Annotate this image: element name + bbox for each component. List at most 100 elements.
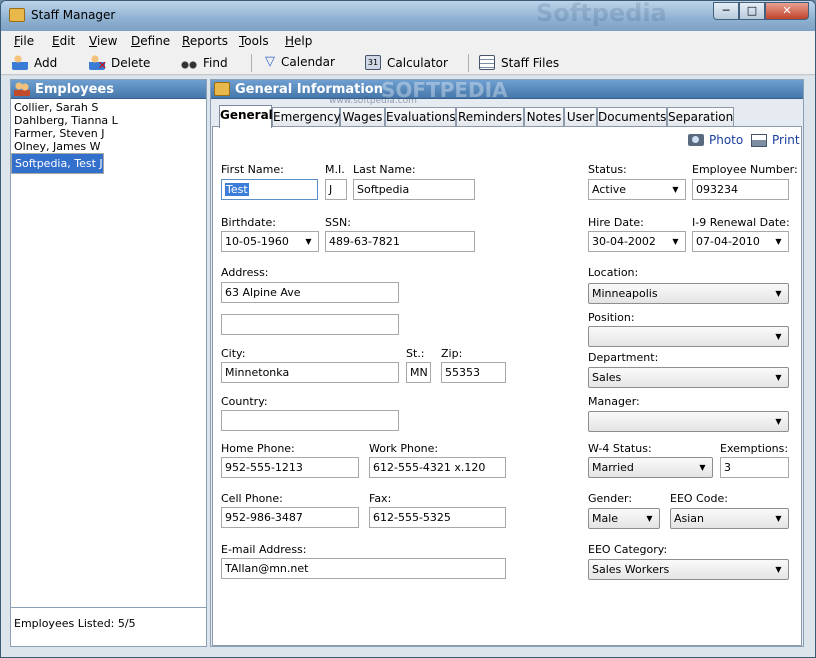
calculator-icon: 31 xyxy=(365,55,381,70)
folder-open-icon xyxy=(214,82,230,96)
work-phone-field[interactable]: 612-555-4321 x.120 xyxy=(369,457,506,478)
first-name-field[interactable]: Test xyxy=(221,179,318,200)
menu-bar: File Edit View Define Reports Tools Help xyxy=(1,31,815,51)
list-item[interactable]: Dahlberg, Tianna L xyxy=(11,114,206,127)
employees-count: Employees Listed: 5/5 xyxy=(11,607,206,646)
eeo-category-value: Sales Workers xyxy=(592,563,670,576)
city-field[interactable]: Minnetonka xyxy=(221,362,399,383)
location-value: Minneapolis xyxy=(592,287,658,300)
ssn-field[interactable]: 489-63-7821 xyxy=(325,231,475,252)
state-field[interactable]: MN xyxy=(406,362,431,383)
tab-reminders[interactable]: Reminders xyxy=(456,107,524,127)
first-name-value: Test xyxy=(225,183,249,196)
home-phone-field[interactable]: 952-555-1213 xyxy=(221,457,359,478)
department-select[interactable]: Sales ▼ xyxy=(588,367,789,388)
photo-link[interactable]: Photo xyxy=(688,133,743,147)
delete-person-icon: ✕ xyxy=(89,55,107,72)
delete-button[interactable]: ✕ Delete xyxy=(89,55,150,72)
general-information-title: General Information xyxy=(235,81,383,97)
w4-status-select[interactable]: Married ▼ xyxy=(588,457,713,478)
status-value: Active xyxy=(592,183,627,196)
manager-select[interactable]: ▼ xyxy=(588,411,789,432)
address-line1-field[interactable]: 63 Alpine Ave xyxy=(221,282,399,303)
position-select[interactable]: ▼ xyxy=(588,326,789,347)
menu-reports[interactable]: Reports xyxy=(182,34,228,48)
tab-emergency[interactable]: Emergency xyxy=(272,107,341,127)
country-field[interactable] xyxy=(221,410,399,431)
birthdate-picker[interactable]: 10-05-1960 ▼ xyxy=(221,231,319,252)
exemptions-label: Exemptions: xyxy=(720,442,789,455)
menu-edit[interactable]: Edit xyxy=(52,34,75,48)
tab-wages[interactable]: Wages xyxy=(340,107,385,127)
menu-hotkey: R xyxy=(182,34,190,48)
exemptions-field[interactable]: 3 xyxy=(720,457,789,478)
i9-renewal-value: 07-04-2010 xyxy=(696,235,760,248)
tab-evaluations[interactable]: Evaluations xyxy=(385,107,456,127)
menu-view[interactable]: View xyxy=(89,34,117,48)
email-field[interactable]: TAllan@mn.net xyxy=(221,558,506,579)
address-line2-field[interactable] xyxy=(221,314,399,335)
cell-phone-field[interactable]: 952-986-3487 xyxy=(221,507,359,528)
menu-hotkey: V xyxy=(89,34,97,48)
department-label: Department: xyxy=(588,351,659,364)
menu-label: elp xyxy=(294,34,313,48)
people-icon xyxy=(14,82,30,96)
eeo-category-select[interactable]: Sales Workers ▼ xyxy=(588,559,789,580)
employees-title: Employees xyxy=(35,81,114,97)
calendar-label: Calendar xyxy=(281,55,335,69)
list-item[interactable]: Olney, James W xyxy=(11,140,206,153)
fax-field[interactable]: 612-555-5325 xyxy=(369,507,506,528)
chevron-down-icon: ▼ xyxy=(775,565,782,574)
location-select[interactable]: Minneapolis ▼ xyxy=(588,283,789,304)
last-name-field[interactable]: Softpedia xyxy=(353,179,475,200)
employees-pane: Employees Collier, Sarah S Dahlberg, Tia… xyxy=(10,79,207,647)
title-bar[interactable]: Staff Manager Softpedia ─ □ ✕ xyxy=(1,1,815,31)
tab-general[interactable]: General xyxy=(219,105,273,128)
status-label: Status: xyxy=(588,163,627,176)
print-link[interactable]: Print xyxy=(751,133,800,147)
grid-icon xyxy=(479,55,495,70)
list-item[interactable]: Collier, Sarah S xyxy=(11,101,206,114)
mi-field[interactable]: J xyxy=(325,179,347,200)
employee-number-field[interactable]: 093234 xyxy=(692,179,789,200)
general-information-pane: General Information SOFTPEDIA www.softpe… xyxy=(210,78,804,647)
email-label: E-mail Address: xyxy=(221,543,307,556)
staff-files-button[interactable]: Staff Files xyxy=(479,55,559,70)
birthdate-value: 10-05-1960 xyxy=(225,235,289,248)
menu-tools[interactable]: Tools xyxy=(239,34,269,48)
menu-help[interactable]: Help xyxy=(285,34,312,48)
hire-date-picker[interactable]: 30-04-2002 ▼ xyxy=(588,231,686,252)
gender-select[interactable]: Male ▼ xyxy=(588,508,660,529)
address-label: Address: xyxy=(221,266,269,279)
tab-documents[interactable]: Documents xyxy=(597,107,667,127)
calendar-button[interactable]: ▽ Calendar xyxy=(265,55,335,70)
minimize-button[interactable]: ─ xyxy=(713,2,739,20)
tab-notes[interactable]: Notes xyxy=(524,107,564,127)
find-button[interactable]: Find xyxy=(181,55,228,70)
close-button[interactable]: ✕ xyxy=(765,2,809,20)
menu-file[interactable]: File xyxy=(14,34,34,48)
tab-user[interactable]: User xyxy=(564,107,597,127)
menu-label: ile xyxy=(20,34,35,48)
client-area: Employees Collier, Sarah S Dahlberg, Tia… xyxy=(1,76,815,657)
calculator-button[interactable]: 31 Calculator xyxy=(365,55,448,70)
maximize-button[interactable]: □ xyxy=(739,2,765,20)
i9-renewal-picker[interactable]: 07-04-2010 ▼ xyxy=(692,231,789,252)
list-item[interactable]: Farmer, Steven J xyxy=(11,127,206,140)
chevron-down-icon: ▼ xyxy=(775,237,782,246)
list-item-selected[interactable]: Softpedia, Test J xyxy=(11,153,104,174)
eeo-code-value: Asian xyxy=(674,512,705,525)
watermark-url: www.softpedia.com xyxy=(329,96,417,106)
last-name-label: Last Name: xyxy=(353,163,416,176)
gender-label: Gender: xyxy=(588,492,633,505)
toolbar-separator xyxy=(468,54,469,72)
tab-separation[interactable]: Separation xyxy=(667,107,734,127)
add-button[interactable]: Add xyxy=(12,55,57,70)
camera-icon xyxy=(688,134,704,146)
chevron-down-icon: ▼ xyxy=(305,237,312,246)
toolbar-separator xyxy=(251,54,252,72)
menu-define[interactable]: Define xyxy=(131,34,170,48)
status-select[interactable]: Active ▼ xyxy=(588,179,686,200)
eeo-code-select[interactable]: Asian ▼ xyxy=(670,508,789,529)
zip-field[interactable]: 55353 xyxy=(441,362,506,383)
